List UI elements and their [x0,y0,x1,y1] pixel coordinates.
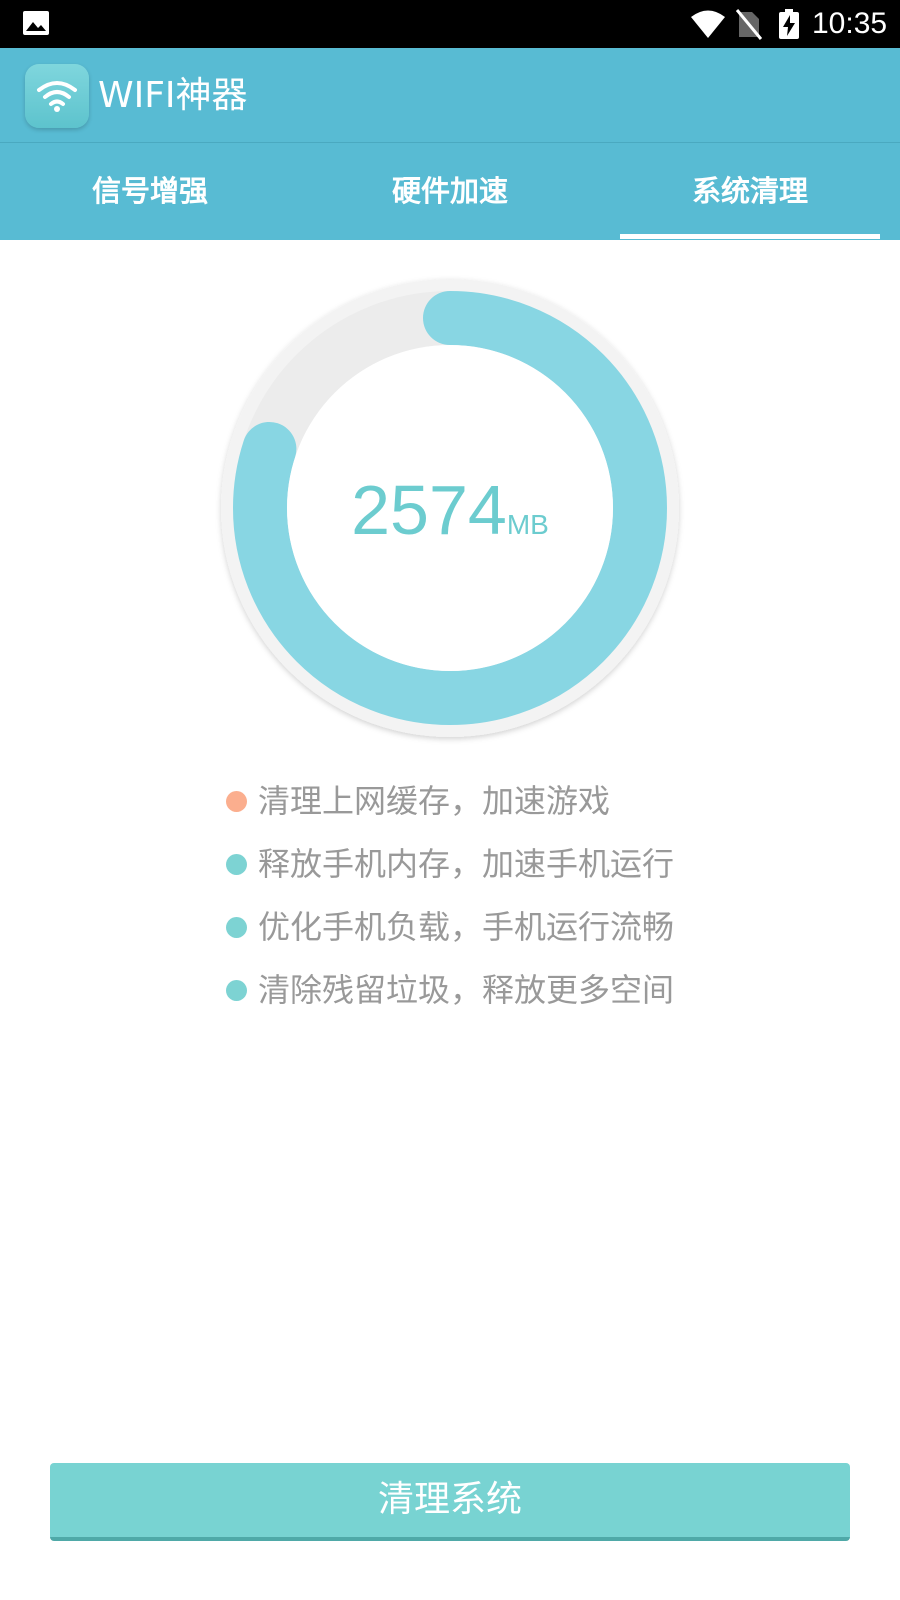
feature-text: 释放手机内存，加速手机运行 [258,845,675,883]
no-sim-icon [736,9,762,40]
wifi-signal-icon [37,81,77,112]
bullet-dot [226,980,247,1001]
gauge-readout: 2574MB [212,470,688,550]
feature-text: 优化手机负载，手机运行流畅 [258,908,675,946]
app-bar: WIFI神器 [0,48,900,143]
gallery-icon [23,11,49,35]
gauge-unit: MB [506,509,549,540]
battery-charging-icon [779,9,799,39]
tab-system-clean[interactable]: 系统清理 [600,143,900,240]
tab-hardware-accel[interactable]: 硬件加速 [300,143,600,240]
list-item: 释放手机内存，加速手机运行 [224,838,744,901]
list-item: 清除残留垃圾，释放更多空间 [224,964,744,1027]
feature-text: 清理上网缓存，加速游戏 [258,782,611,820]
feature-text: 清除残留垃圾，释放更多空间 [258,971,675,1009]
wifi-icon [691,10,725,38]
tab-signal-boost[interactable]: 信号增强 [0,143,300,240]
status-clock: 10:35 [812,7,888,40]
bullet-dot [226,791,247,812]
tab-selected-indicator [620,234,880,239]
feature-list: 清理上网缓存，加速游戏 释放手机内存，加速手机运行 优化手机负载，手机运行流畅 … [224,775,744,1027]
tab-bar: 信号增强 硬件加速 系统清理 [0,143,900,240]
wifi-app-icon [25,64,89,128]
bullet-dot [226,854,247,875]
list-item: 优化手机负载，手机运行流畅 [224,901,744,964]
list-item: 清理上网缓存，加速游戏 [224,775,744,838]
clean-system-button[interactable]: 清理系统 [50,1463,850,1541]
bullet-dot [226,917,247,938]
gauge-value: 2574 [351,471,507,549]
app-title: WIFI神器 [98,75,248,116]
status-bar: 10:35 [0,0,900,48]
